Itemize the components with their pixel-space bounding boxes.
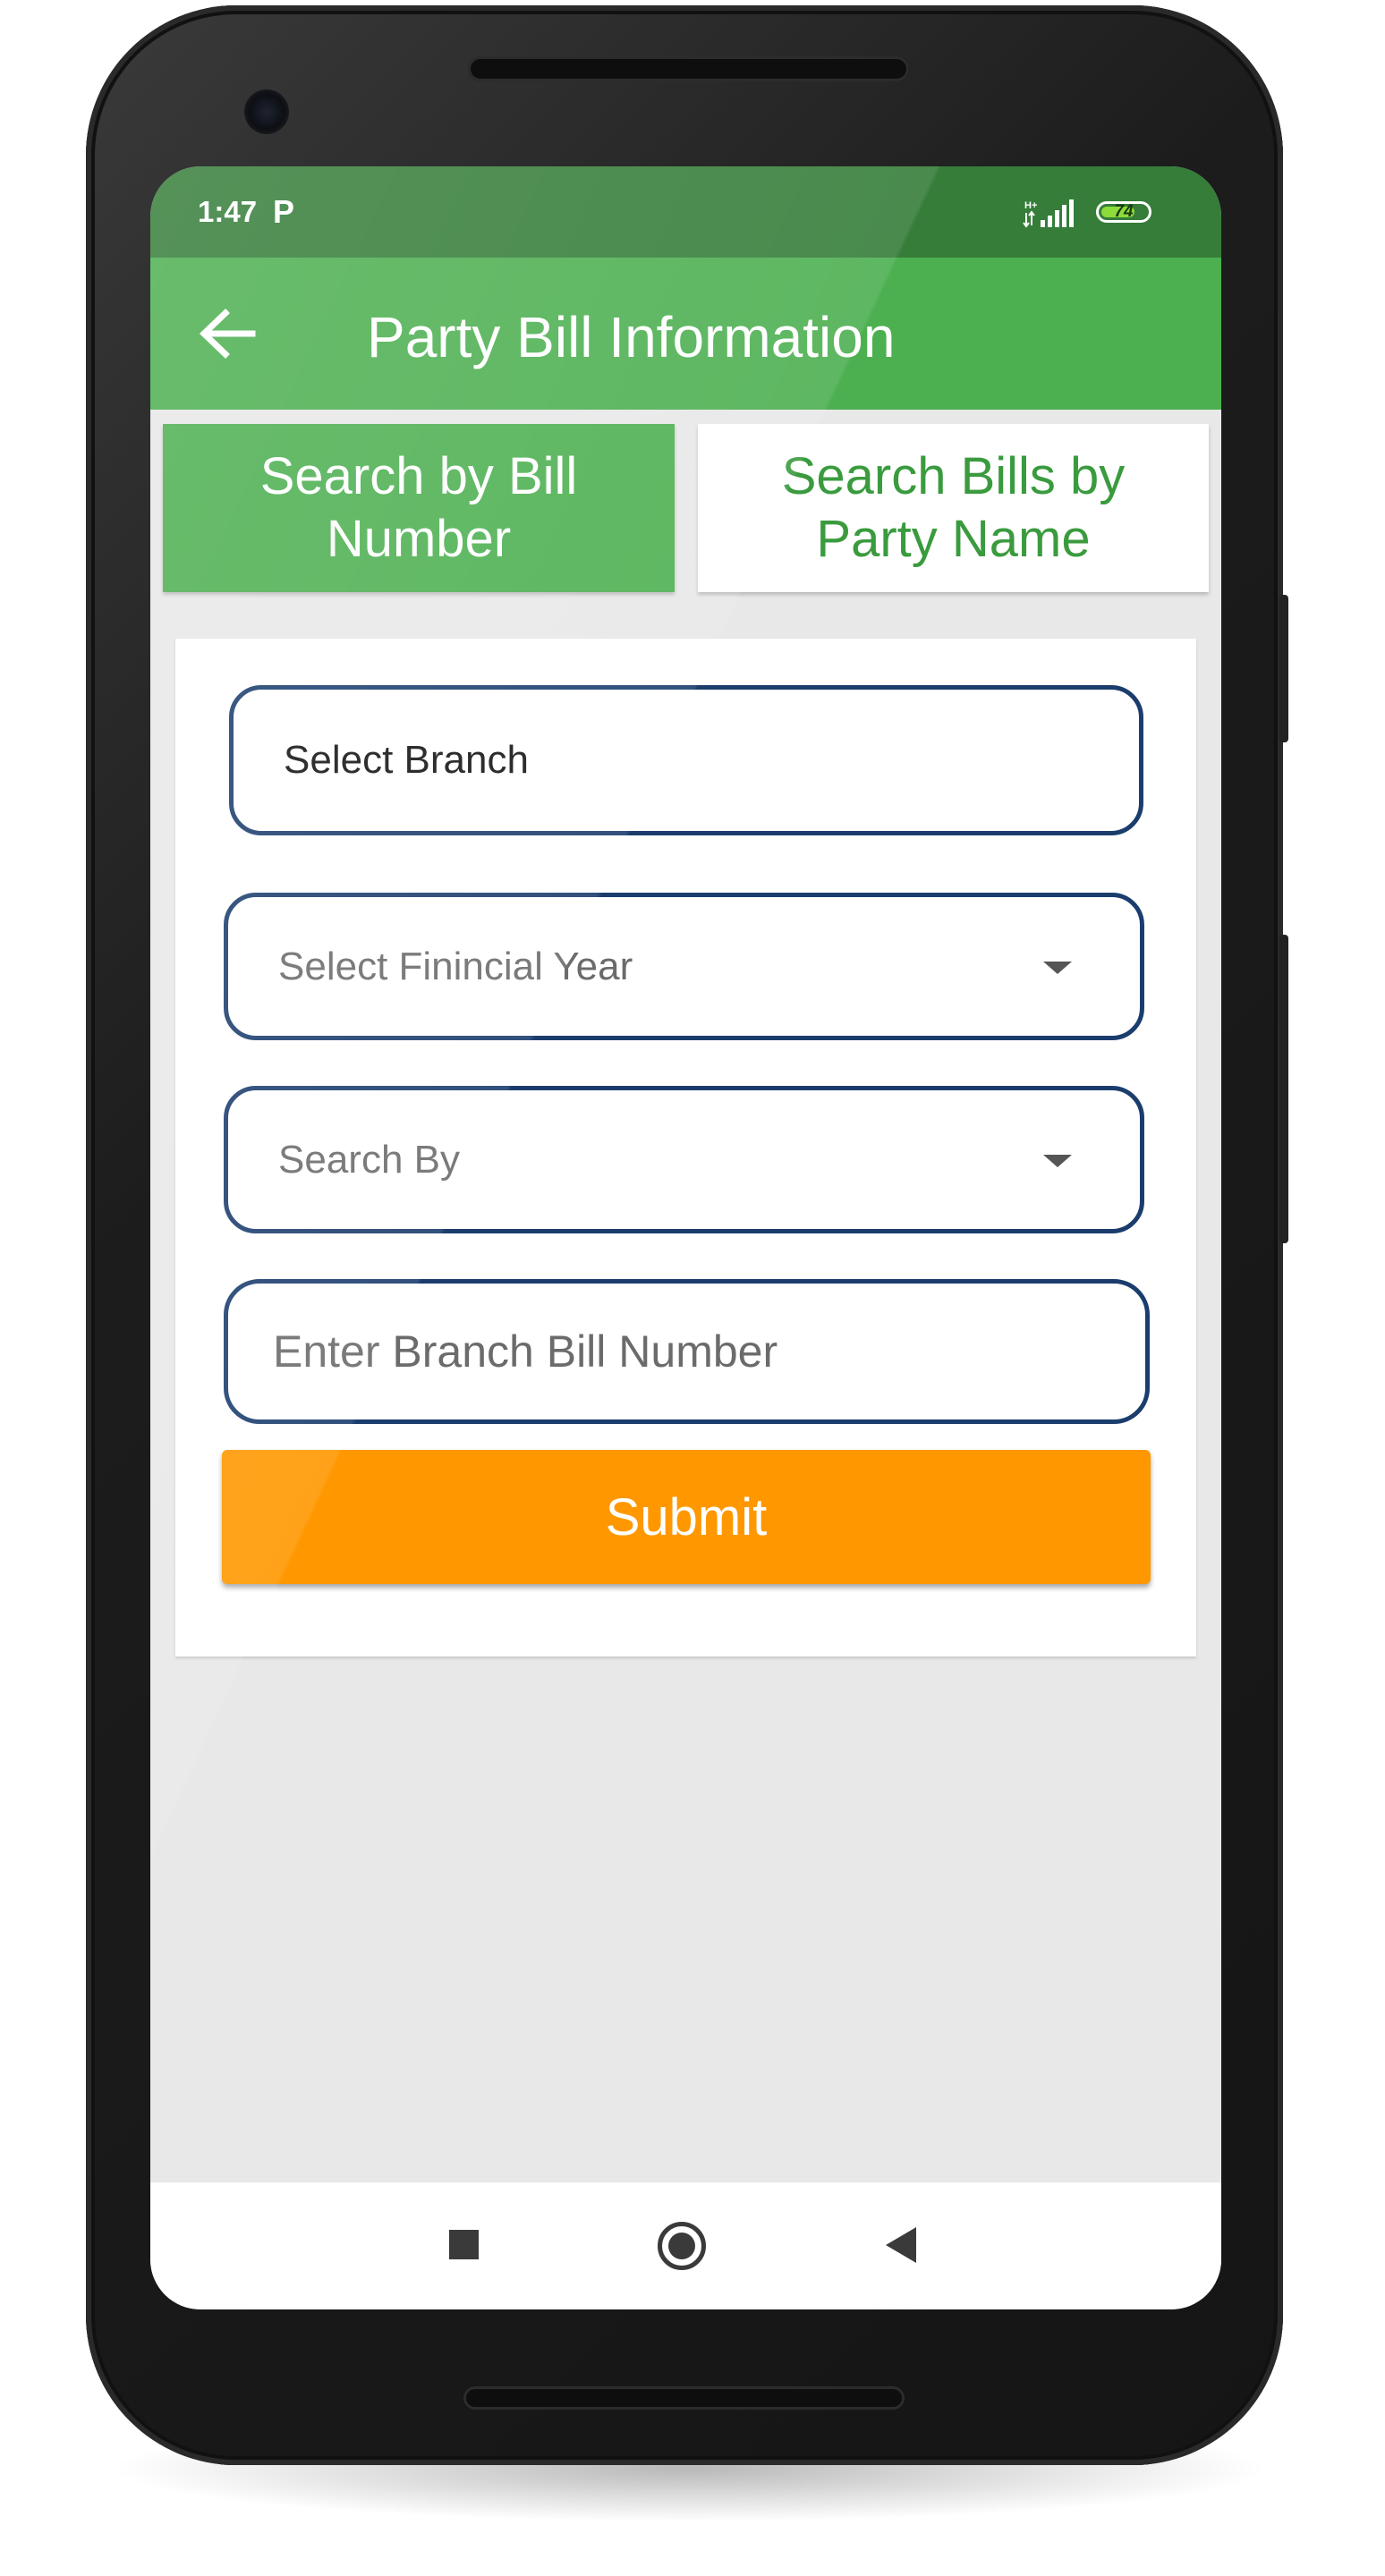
triangle-back-icon[interactable] (886, 2227, 916, 2263)
battery-level: 74 (1114, 202, 1134, 221)
notification-icon: P (273, 193, 295, 230)
status-time: 1:47 (198, 195, 258, 228)
tab-search-bills-by-party-name[interactable]: Search Bills by Party Name (698, 424, 1209, 592)
select-branch-label: Select Branch (284, 738, 529, 782)
bill-number-input[interactable] (273, 1284, 1105, 1419)
bottom-speaker (463, 2386, 905, 2410)
search-form-card: Select Branch Select Finincial Year Sear… (175, 639, 1196, 1657)
financial-year-placeholder: Select Finincial Year (278, 944, 633, 988)
circle-home-icon[interactable] (658, 2222, 706, 2270)
arrow-left-icon[interactable] (197, 308, 258, 360)
power-button (1279, 595, 1288, 742)
select-branch-field[interactable]: Select Branch (229, 685, 1143, 835)
volume-button (1279, 935, 1288, 1243)
tab-search-by-bill-number[interactable]: Search by Bill Number (163, 424, 675, 592)
svg-text:H+: H+ (1024, 200, 1037, 211)
phone-screen: 1:47 P H+ 74 Party Bill Information Sear… (150, 166, 1221, 2309)
app-bar: Party Bill Information (150, 258, 1221, 410)
submit-button[interactable]: Submit (222, 1450, 1151, 1584)
chevron-down-icon (1043, 961, 1072, 974)
square-icon[interactable] (449, 2230, 479, 2259)
bill-number-field (224, 1279, 1150, 1424)
tab-label: Search Bills by Party Name (781, 447, 1126, 568)
front-camera (244, 89, 289, 134)
earpiece-speaker (468, 56, 909, 81)
signal-bars-icon: H+ (1023, 199, 1074, 228)
status-bar: 1:47 P H+ 74 (150, 166, 1221, 258)
financial-year-dropdown[interactable]: Select Finincial Year (224, 893, 1144, 1040)
search-by-dropdown[interactable]: Search By (224, 1086, 1144, 1233)
chevron-down-icon (1043, 1154, 1072, 1167)
page-title: Party Bill Information (367, 305, 896, 369)
home-dot (668, 2233, 695, 2259)
navigation-bar (150, 2182, 1221, 2309)
submit-label: Submit (605, 1487, 768, 1546)
search-by-placeholder: Search By (278, 1137, 460, 1182)
tab-label: Search by Bill Number (259, 447, 578, 568)
battery-icon: 74 (1096, 201, 1151, 223)
